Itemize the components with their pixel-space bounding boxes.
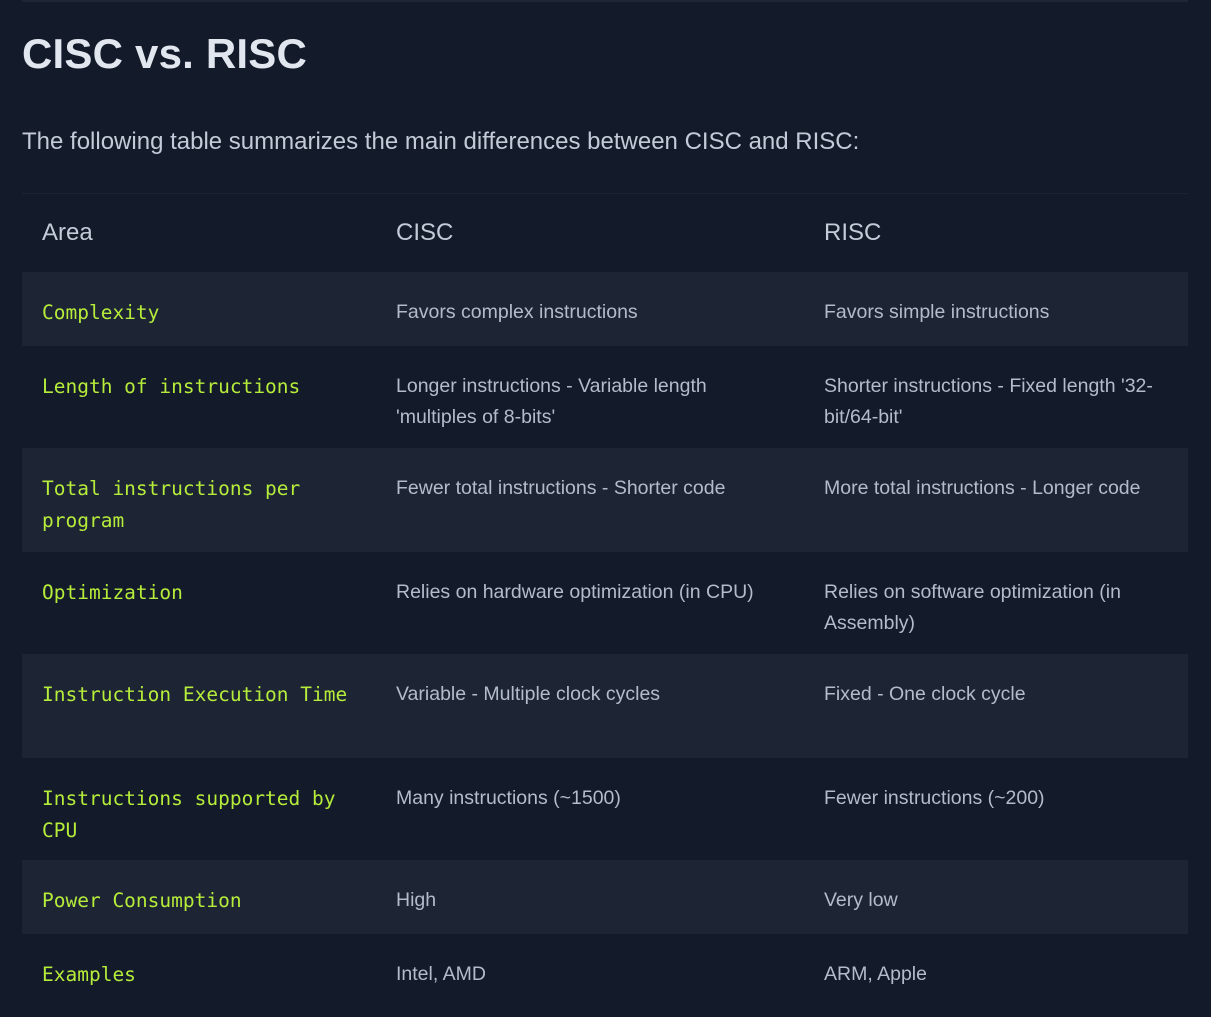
table-row: Instructions supported by CPU Many instr… [22,758,1188,860]
comparison-table-container: Area CISC RISC Complexity Favors complex… [22,193,1188,1014]
area-cell: Instructions supported by CPU [42,787,336,842]
page-title: CISC vs. RISC [22,30,308,77]
table-row: Optimization Relies on hardware optimiza… [22,552,1188,654]
cisc-cell: Favors complex instructions [376,272,804,346]
risc-cell: Favors simple instructions [804,272,1188,346]
table-header-row: Area CISC RISC [22,194,1188,272]
table-row: Total instructions per program Fewer tot… [22,448,1188,552]
header-cisc: CISC [396,219,454,246]
risc-cell: More total instructions - Longer code [804,448,1188,552]
area-cell: Complexity [22,272,376,346]
cisc-cell: Variable - Multiple clock cycles [376,654,804,758]
area-cell: Examples [42,963,136,986]
cisc-cell: Intel, AMD [396,963,486,985]
cisc-cell: Many instructions (~1500) [396,787,621,809]
area-cell: Power Consumption [22,860,376,934]
risc-cell: Fewer instructions (~200) [824,787,1045,809]
area-cell: Total instructions per program [22,448,376,552]
area-cell: Length of instructions [42,375,301,398]
comparison-table: Area CISC RISC Complexity Favors complex… [22,194,1188,1014]
risc-cell: ARM, Apple [824,963,927,985]
table-row: Examples Intel, AMD ARM, Apple [22,934,1188,1014]
table-row: Power Consumption High Very low [22,860,1188,934]
table-row: Instruction Execution Time Variable - Mu… [22,654,1188,758]
table-row: Complexity Favors complex instructions F… [22,272,1188,346]
intro-paragraph: The following table summarizes the main … [22,128,860,155]
cisc-cell: Relies on hardware optimization (in CPU) [396,581,754,603]
risc-cell: Very low [804,860,1188,934]
cisc-cell: Fewer total instructions - Shorter code [376,448,804,552]
cisc-cell: High [376,860,804,934]
area-cell: Optimization [42,581,183,604]
risc-cell: Shorter instructions - Fixed length '32-… [824,375,1153,428]
area-cell: Instruction Execution Time [22,654,376,758]
header-risc: RISC [824,219,882,246]
header-area: Area [42,219,93,246]
risc-cell: Fixed - One clock cycle [804,654,1188,758]
cisc-cell: Longer instructions - Variable length 'm… [396,375,707,428]
top-divider [22,0,1188,2]
table-row: Length of instructions Longer instructio… [22,346,1188,448]
risc-cell: Relies on software optimization (in Asse… [824,581,1121,634]
